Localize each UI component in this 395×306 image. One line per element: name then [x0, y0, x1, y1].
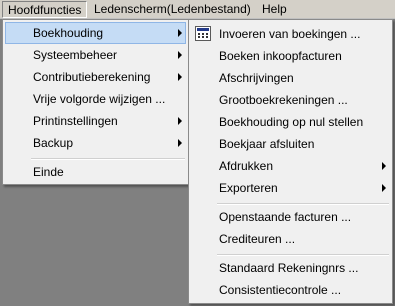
submenu-item-boeken-inkoopfacturen[interactable]: Boeken inkoopfacturen	[191, 45, 390, 67]
submenu-item-boekhouding-nul[interactable]: Boekhouding op nul stellen	[191, 111, 390, 133]
submenu-item-label: Standaard Rekeningnrs ...	[219, 261, 359, 275]
submenu-arrow-icon	[178, 51, 182, 59]
menu-item-label: Vrije volgorde wijzigen ...	[33, 92, 166, 106]
submenu-item-afdrukken[interactable]: Afdrukken	[191, 155, 390, 177]
menu-separator	[217, 203, 389, 205]
submenu-item-label: Openstaande facturen ...	[219, 210, 352, 224]
menu-item-backup[interactable]: Backup	[5, 132, 186, 154]
menu-item-label: Boekhouding	[33, 26, 104, 40]
submenu-arrow-icon	[382, 162, 386, 170]
submenu-arrow-icon	[178, 73, 182, 81]
menu-item-label: Backup	[33, 136, 74, 150]
menu-separator	[217, 254, 389, 256]
submenu-item-label: Invoeren van boekingen ...	[219, 27, 361, 41]
submenu-item-label: Boeken inkoopfacturen	[219, 49, 342, 63]
submenu-item-crediteuren[interactable]: Crediteuren ...	[191, 228, 390, 250]
menu-item-label: Contributieberekening	[33, 70, 151, 84]
menu-item-vrije-volgorde[interactable]: Vrije volgorde wijzigen ...	[5, 88, 186, 110]
submenu-item-exporteren[interactable]: Exporteren	[191, 177, 390, 199]
submenu-item-label: Exporteren	[219, 181, 278, 195]
submenu-arrow-icon	[178, 139, 182, 147]
menu-item-systeembeheer[interactable]: Systeembeheer	[5, 44, 186, 66]
submenu-item-consistentiecontrole[interactable]: Consistentiecontrole ...	[191, 279, 390, 301]
submenu-item-label: Boekhouding op nul stellen	[219, 115, 364, 129]
menu-item-printinstellingen[interactable]: Printinstellingen	[5, 110, 186, 132]
boekhouding-submenu: Invoeren van boekingen ... Boeken inkoop…	[188, 19, 393, 304]
submenu-item-label: Consistentiecontrole ...	[219, 283, 342, 297]
menu-bar: Hoofdfuncties Ledenscherm(Ledenbestand) …	[0, 0, 395, 19]
menu-item-contributieberekening[interactable]: Contributieberekening	[5, 66, 186, 88]
menubar-hoofdfuncties[interactable]: Hoofdfuncties	[2, 1, 88, 18]
submenu-item-label: Crediteuren ...	[219, 232, 296, 246]
submenu-item-boekjaar-afsluiten[interactable]: Boekjaar afsluiten	[191, 133, 390, 155]
submenu-item-label: Afdrukken	[219, 159, 274, 173]
menu-item-label: Einde	[33, 165, 64, 179]
menubar-ledenscherm[interactable]: Ledenscherm(Ledenbestand)	[89, 1, 256, 18]
submenu-item-grootboekrekeningen[interactable]: Grootboekrekeningen ...	[191, 89, 390, 111]
submenu-item-afschrijvingen[interactable]: Afschrijvingen	[191, 67, 390, 89]
submenu-arrow-icon	[178, 117, 182, 125]
submenu-item-openstaande-facturen[interactable]: Openstaande facturen ...	[191, 206, 390, 228]
submenu-item-label: Afschrijvingen	[219, 71, 294, 85]
submenu-item-standaard-rekeningnrs[interactable]: Standaard Rekeningnrs ...	[191, 257, 390, 279]
hoofdfuncties-menu: Boekhouding Systeembeheer Contributieber…	[2, 19, 189, 185]
menu-item-einde[interactable]: Einde	[5, 161, 186, 183]
submenu-item-invoeren-boekingen[interactable]: Invoeren van boekingen ...	[191, 23, 390, 45]
menu-separator	[31, 158, 185, 160]
submenu-arrow-icon	[382, 184, 386, 192]
calendar-icon	[195, 26, 211, 41]
submenu-item-label: Grootboekrekeningen ...	[219, 93, 348, 107]
submenu-arrow-icon	[178, 29, 182, 37]
submenu-item-label: Boekjaar afsluiten	[219, 137, 315, 151]
menu-item-label: Printinstellingen	[33, 114, 118, 128]
menu-item-boekhouding[interactable]: Boekhouding	[5, 22, 186, 44]
menu-item-label: Systeembeheer	[33, 48, 118, 62]
menubar-help[interactable]: Help	[257, 1, 292, 18]
